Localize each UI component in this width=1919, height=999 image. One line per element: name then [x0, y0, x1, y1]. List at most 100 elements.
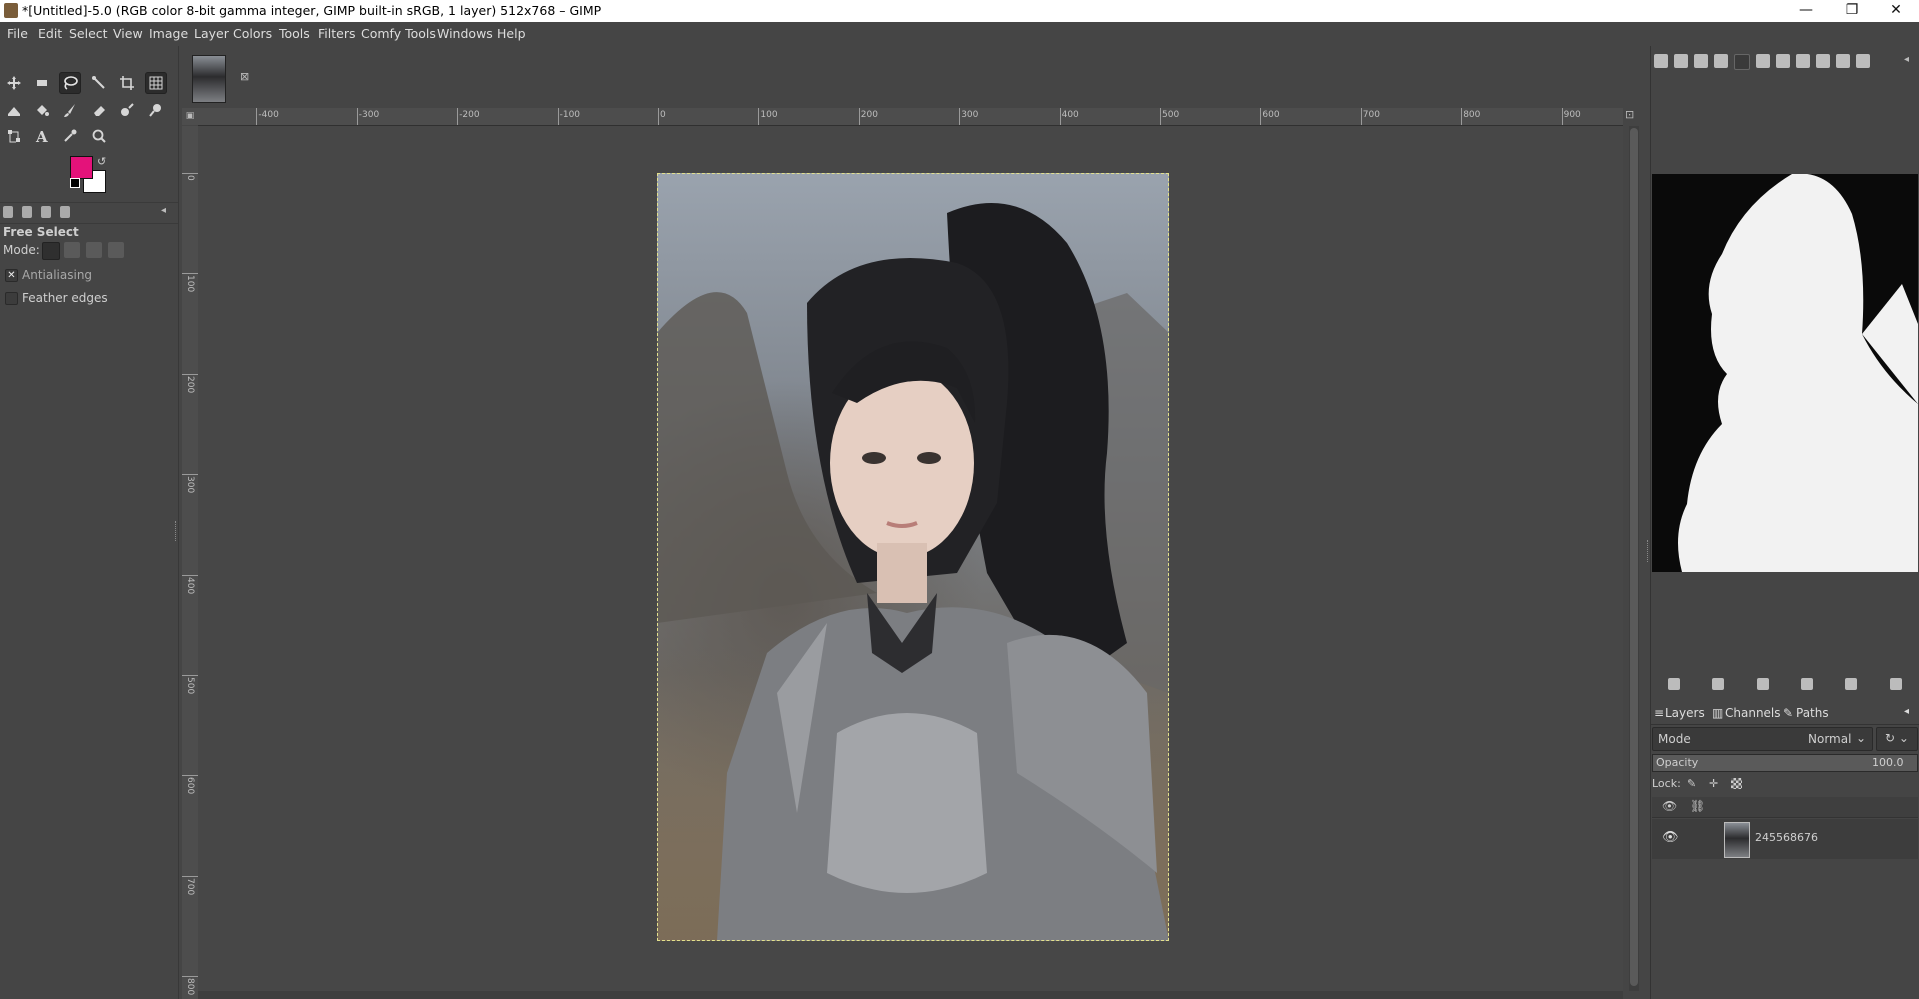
free-select-icon[interactable] [59, 72, 81, 94]
unified-transform-icon[interactable] [145, 72, 167, 94]
lock-alpha-icon[interactable] [1731, 778, 1742, 789]
mode-replace-button[interactable] [42, 242, 60, 260]
close-button[interactable]: ✕ [1873, 0, 1919, 22]
tool-presets-tab-icon[interactable] [1816, 54, 1830, 68]
paint-dynamics-tab-icon[interactable] [1856, 54, 1870, 68]
menu-help[interactable]: Help [497, 26, 526, 41]
brushes-tab-icon[interactable] [1654, 54, 1668, 68]
ruler-tick [959, 108, 961, 125]
image-tab-thumbnail[interactable] [192, 55, 226, 103]
images-tab-icon[interactable] [60, 206, 70, 218]
paintbrush-icon[interactable] [59, 99, 81, 121]
ruler-tick [182, 875, 198, 877]
text-tool-icon[interactable]: A [31, 125, 53, 147]
mode-add-button[interactable] [64, 242, 80, 258]
default-colors-icon[interactable] [70, 178, 80, 188]
paths-tab-icon[interactable]: ✎ [1783, 706, 1793, 720]
zoom-icon[interactable] [88, 125, 110, 147]
menu-comfy-tools[interactable]: Comfy Tools [361, 26, 436, 41]
device-status-tab-icon[interactable] [22, 206, 32, 218]
foreground-color-swatch[interactable] [70, 156, 93, 179]
ruler-label: 300 [961, 110, 979, 120]
remove-icon[interactable] [1712, 678, 1725, 690]
document-history-tab-icon[interactable] [1714, 54, 1728, 68]
lock-position-icon[interactable]: ✛ [1709, 777, 1718, 790]
minimize-button[interactable]: — [1783, 0, 1829, 22]
menu-image[interactable]: Image [149, 26, 188, 41]
menu-file[interactable]: File [7, 26, 28, 41]
menu-view[interactable]: View [113, 26, 143, 41]
layers-list-header: 👁 ⛓ [1652, 797, 1918, 818]
new-from-selection-icon[interactable] [1668, 678, 1681, 690]
menu-layer[interactable]: Layer [194, 26, 229, 41]
heal-icon[interactable] [116, 99, 138, 121]
tab-layers[interactable]: Layers [1665, 706, 1705, 720]
opacity-slider[interactable]: Opacity 100.0 [1652, 754, 1918, 772]
layers-tab-icon[interactable]: ≡ [1654, 706, 1664, 720]
toolbox-resize-handle[interactable] [175, 521, 178, 541]
antialiasing-checkbox[interactable]: ✕ [5, 269, 18, 282]
tab-paths[interactable]: Paths [1796, 706, 1829, 720]
menu-edit[interactable]: Edit [38, 26, 62, 41]
layer-visibility-eye-icon[interactable]: 👁 [1662, 830, 1679, 845]
smudge-icon[interactable] [145, 99, 167, 121]
delete-icon[interactable] [1889, 678, 1902, 690]
swap-colors-icon[interactable]: ↺ [97, 155, 106, 168]
channel-preview-actions [1652, 673, 1918, 695]
menu-colors[interactable]: Colors [233, 26, 272, 41]
dynamics-tab-icon[interactable] [1836, 54, 1850, 68]
maximize-button[interactable]: ❐ [1829, 0, 1875, 22]
ruler-tick [182, 574, 198, 576]
composite-mode-button[interactable]: ↻ ⌄ [1876, 727, 1918, 751]
export-icon[interactable] [1845, 678, 1858, 690]
feather-edges-checkbox[interactable] [5, 292, 18, 305]
duplicate-icon[interactable] [1801, 678, 1814, 690]
dock-resize-handle[interactable] [1647, 540, 1650, 562]
channels-tab-icon[interactable]: ▥ [1712, 706, 1723, 720]
bucket-fill-icon[interactable] [31, 99, 53, 121]
channels-preview-tab-icon[interactable] [1734, 54, 1750, 70]
quick-mask-toggle-icon[interactable]: ▣ [182, 108, 198, 125]
butterfly-tab-icon[interactable] [1756, 54, 1770, 68]
eraser-icon[interactable] [88, 99, 110, 121]
opacity-label: Opacity [1656, 756, 1699, 769]
close-image-tab-icon[interactable]: ⊠ [240, 70, 249, 83]
move-tool-icon[interactable] [3, 72, 25, 94]
ruler-label: 400 [185, 576, 195, 594]
tab-channels[interactable]: Channels [1725, 706, 1781, 720]
ruler-tick [256, 108, 258, 125]
ruler-tick [182, 474, 198, 476]
patterns-tab-icon[interactable] [1674, 54, 1688, 68]
vertical-scrollbar-thumb[interactable] [1630, 128, 1638, 986]
ruler-label: -200 [459, 110, 480, 120]
layer-mode-select[interactable]: Mode Normal ⌄ [1652, 727, 1873, 751]
crop-icon[interactable] [116, 72, 138, 94]
fuzzy-select-icon[interactable] [88, 72, 110, 94]
zoom-to-window-icon[interactable]: ⊡ [1625, 108, 1639, 125]
edit-icon[interactable] [1756, 678, 1769, 690]
warp-tool-icon[interactable] [3, 99, 25, 121]
tool-options-tab-icon[interactable] [3, 206, 13, 218]
menu-select[interactable]: Select [69, 26, 108, 41]
palettes-tab-icon[interactable] [1796, 54, 1810, 68]
horizontal-scrollbar[interactable] [198, 991, 1623, 999]
menu-windows[interactable]: Windows [437, 26, 493, 41]
rect-select-icon[interactable] [31, 72, 53, 94]
vertical-scrollbar[interactable] [1629, 126, 1639, 991]
mode-subtract-button[interactable] [86, 242, 102, 258]
menu-tools[interactable]: Tools [279, 26, 310, 41]
image-canvas[interactable] [657, 173, 1169, 941]
menu-filters[interactable]: Filters [318, 26, 355, 41]
mode-intersect-button[interactable] [108, 242, 124, 258]
layers-dock-menu-icon[interactable]: ◂ [1904, 706, 1909, 717]
gradients-tab-icon[interactable] [1776, 54, 1790, 68]
paths-tool-icon[interactable] [3, 125, 25, 147]
dock-menu-icon[interactable]: ◂ [161, 205, 166, 216]
fonts-tab-icon[interactable] [1694, 54, 1708, 68]
color-picker-icon[interactable] [59, 125, 81, 147]
dock-configure-icon[interactable]: ◂ [1904, 54, 1909, 65]
undo-history-tab-icon[interactable] [41, 206, 51, 218]
ruler-tick [182, 675, 198, 676]
layer-row[interactable]: 👁 245568676 [1652, 819, 1918, 859]
lock-pixels-icon[interactable]: ✎ [1687, 777, 1696, 790]
